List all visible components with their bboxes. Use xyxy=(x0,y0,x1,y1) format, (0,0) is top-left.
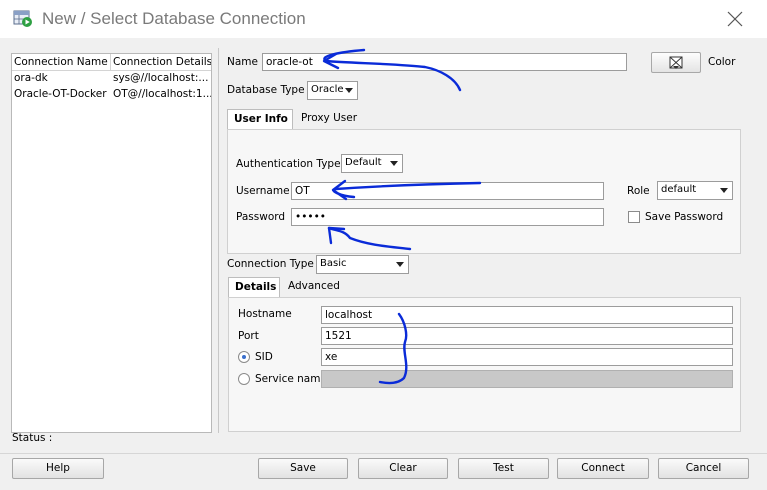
hostname-label: Hostname xyxy=(238,308,292,320)
panel-divider[interactable] xyxy=(218,48,219,433)
sid-input[interactable]: xe xyxy=(321,348,733,366)
save-password-label: Save Password xyxy=(645,211,724,223)
connection-details: OT@//localhost:1... xyxy=(113,88,211,100)
authentication-type-label: Authentication Type xyxy=(236,158,341,170)
sid-label: SID xyxy=(255,351,273,363)
connection-details: sys@//localhost:... xyxy=(113,72,209,84)
role-label: Role xyxy=(627,185,650,197)
chevron-down-icon xyxy=(390,161,398,166)
color-button[interactable] xyxy=(651,52,701,73)
button-bar-separator xyxy=(0,453,767,454)
database-type-label: Database Type xyxy=(227,84,305,96)
connection-type-select[interactable]: Basic xyxy=(316,255,409,274)
column-header-connection-name[interactable]: Connection Name xyxy=(12,54,111,70)
database-type-value: Oracle xyxy=(311,84,344,95)
connection-name: Oracle-OT-Docker xyxy=(14,88,107,100)
connection-type-label: Connection Type xyxy=(227,258,314,270)
tab-user-info[interactable]: User Info xyxy=(227,109,293,129)
window-title: New / Select Database Connection xyxy=(42,9,306,28)
tab-advanced[interactable]: Advanced xyxy=(282,277,346,297)
tab-details[interactable]: Details xyxy=(228,277,280,297)
service-name-radio[interactable] xyxy=(238,373,250,385)
name-input[interactable]: oracle-ot xyxy=(262,53,627,71)
connection-row[interactable]: Oracle-OT-Docker OT@//localhost:1... xyxy=(12,87,211,103)
database-connection-icon xyxy=(13,10,32,27)
username-label: Username xyxy=(236,185,290,197)
connection-type-value: Basic xyxy=(320,258,347,269)
role-select[interactable]: default xyxy=(657,181,733,200)
service-name-input[interactable] xyxy=(321,370,733,388)
status-label: Status : xyxy=(12,432,53,444)
connection-row[interactable]: ora-dk sys@//localhost:... xyxy=(12,71,211,87)
clear-button[interactable]: Clear xyxy=(358,458,448,479)
password-label: Password xyxy=(236,211,286,223)
title-bar: New / Select Database Connection xyxy=(0,0,767,38)
test-button[interactable]: Test xyxy=(458,458,549,479)
color-swatch-icon xyxy=(669,56,683,69)
save-password-checkbox[interactable] xyxy=(628,211,640,223)
connection-name: ora-dk xyxy=(14,72,48,84)
color-label: Color xyxy=(708,56,736,68)
port-input[interactable]: 1521 xyxy=(321,327,733,345)
database-type-select[interactable]: Oracle xyxy=(307,81,358,100)
hostname-input[interactable]: localhost xyxy=(321,306,733,324)
column-header-connection-details[interactable]: Connection Details xyxy=(111,54,211,70)
authentication-type-value: Default xyxy=(345,157,382,168)
name-label: Name xyxy=(227,56,258,68)
chevron-down-icon xyxy=(345,88,353,93)
tab-proxy-user[interactable]: Proxy User xyxy=(295,109,363,129)
username-input[interactable]: OT xyxy=(291,182,604,200)
save-button[interactable]: Save xyxy=(258,458,348,479)
connection-list-header: Connection Name Connection Details xyxy=(12,54,211,71)
connect-button[interactable]: Connect xyxy=(557,458,649,479)
cancel-button[interactable]: Cancel xyxy=(658,458,749,479)
authentication-type-select[interactable]: Default xyxy=(341,154,403,173)
service-name-label: Service name xyxy=(255,373,327,385)
chevron-down-icon xyxy=(396,262,404,267)
role-value: default xyxy=(661,184,697,195)
chevron-down-icon xyxy=(720,188,728,193)
close-icon[interactable] xyxy=(724,9,746,29)
sid-radio[interactable] xyxy=(238,351,250,363)
connection-list[interactable]: Connection Name Connection Details ora-d… xyxy=(11,53,212,433)
dialog-body: Connection Name Connection Details ora-d… xyxy=(0,38,767,490)
password-input[interactable]: ••••• xyxy=(291,208,604,226)
help-button[interactable]: Help xyxy=(12,458,104,479)
port-label: Port xyxy=(238,330,259,342)
